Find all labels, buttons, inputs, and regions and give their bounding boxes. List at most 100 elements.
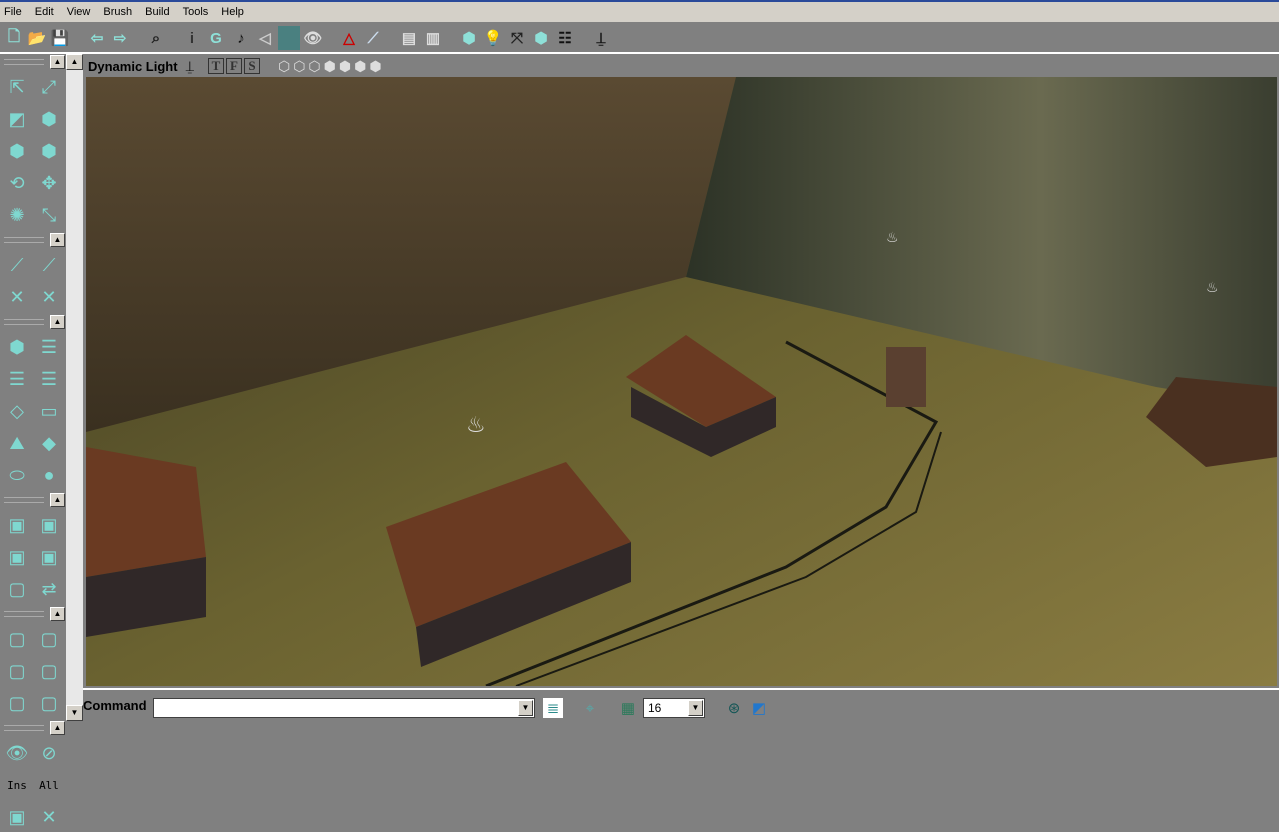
group-browser-icon[interactable]: G bbox=[205, 26, 227, 50]
actor-properties-icon[interactable]: i bbox=[181, 26, 203, 50]
brush-clip-icon[interactable]: ⬢ bbox=[2, 136, 32, 166]
menu-edit[interactable]: Edit bbox=[35, 6, 54, 18]
toolbar-group-separator[interactable]: ▲ bbox=[2, 232, 66, 248]
toolbar-group-separator[interactable]: ▲ bbox=[2, 606, 66, 622]
select-inside-icon[interactable]: Ins bbox=[2, 770, 32, 800]
toolbar-group-separator[interactable]: ▲ bbox=[2, 492, 66, 508]
2d-shape-editor-icon[interactable]: △ bbox=[338, 26, 360, 50]
scroll-up-button[interactable]: ▲ bbox=[66, 54, 83, 70]
build-paths-icon[interactable]: ⤧ bbox=[506, 26, 528, 50]
log-icon[interactable]: ≣ bbox=[543, 698, 563, 718]
menu-tools[interactable]: Tools bbox=[183, 6, 209, 18]
subtract-icon[interactable]: ▭ bbox=[34, 396, 64, 426]
save-icon[interactable]: 💾 bbox=[49, 26, 71, 50]
command-dropdown-button[interactable]: ▼ bbox=[518, 700, 533, 716]
volume-icon[interactable]: ▢ bbox=[2, 574, 32, 604]
select-all-icon[interactable]: All bbox=[34, 770, 64, 800]
intersect-icon[interactable]: ⛰ bbox=[2, 428, 32, 458]
grid-size-select[interactable]: 16 ▼ bbox=[643, 698, 705, 718]
hide-actors-icon[interactable]: ✕ bbox=[34, 802, 64, 832]
texture-pan-icon[interactable]: ◩ bbox=[2, 104, 32, 134]
transform-icon[interactable]: ✥ bbox=[34, 168, 64, 198]
menu-view[interactable]: View bbox=[67, 6, 91, 18]
menu-brush[interactable]: Brush bbox=[103, 6, 132, 18]
new-icon[interactable]: 🗋 bbox=[3, 26, 25, 50]
special-brush-icon[interactable]: ● bbox=[34, 460, 64, 490]
hide-selected-icon[interactable]: ⊘ bbox=[34, 738, 64, 768]
sound-browser-icon[interactable]: ◁ bbox=[254, 26, 276, 50]
sheet-icon[interactable]: ✕ bbox=[34, 282, 64, 312]
scroll-down-button[interactable]: ▼ bbox=[66, 705, 83, 721]
mover-icon[interactable]: ⬭ bbox=[2, 460, 32, 490]
maximize-viewport-icon[interactable]: ◩ bbox=[749, 698, 769, 718]
select-all-icon[interactable]: ▣ bbox=[34, 542, 64, 572]
build-options-icon[interactable]: ☷ bbox=[554, 26, 576, 50]
cone-icon[interactable]: ⬢ bbox=[2, 332, 32, 362]
menu-help[interactable]: Help bbox=[221, 6, 244, 18]
show-selected-icon[interactable]: 👁 bbox=[2, 738, 32, 768]
mesh-viewer-icon[interactable]: 👁 bbox=[302, 26, 324, 50]
collapse-button[interactable]: ▲ bbox=[50, 55, 65, 69]
texture-browser-icon[interactable] bbox=[278, 26, 300, 50]
grid-icon[interactable]: ▦ bbox=[618, 698, 638, 718]
tetrahedron-icon[interactable]: ☰ bbox=[2, 364, 32, 394]
viewport-flag-f[interactable]: F bbox=[225, 58, 242, 74]
deintersect-icon[interactable]: ◆ bbox=[34, 428, 64, 458]
undefined-icon[interactable]: ▢ bbox=[34, 656, 64, 686]
scale-icon[interactable]: ⤢ bbox=[34, 72, 64, 102]
collapse-button[interactable]: ▲ bbox=[50, 493, 65, 507]
undefined-icon[interactable]: ▢ bbox=[2, 688, 32, 718]
texture-rotate-icon[interactable]: ⬢ bbox=[34, 104, 64, 134]
play-level-icon[interactable]: ⍊ bbox=[590, 26, 612, 50]
left-scrollbar[interactable]: ▲ ▼ bbox=[66, 54, 83, 721]
toolbar-group-separator[interactable]: ▲ bbox=[2, 314, 66, 330]
undefined-icon[interactable]: ▢ bbox=[34, 688, 64, 718]
toolbar-group-separator[interactable]: ▲ bbox=[2, 54, 66, 70]
collapse-button[interactable]: ▲ bbox=[50, 233, 65, 247]
build-all-icon[interactable]: ⬢ bbox=[530, 26, 552, 50]
3d-viewport[interactable]: ♨ ♨ ♨ bbox=[86, 77, 1277, 686]
surface-properties-icon[interactable]: ▥ bbox=[422, 26, 444, 50]
command-input[interactable]: ▼ bbox=[153, 698, 535, 718]
vertex-edit-icon[interactable]: ⬢ bbox=[34, 136, 64, 166]
volume-icon[interactable]: ▣ bbox=[2, 802, 32, 832]
add-icon[interactable]: ◇ bbox=[2, 396, 32, 426]
open-icon[interactable]: 📂 bbox=[26, 26, 48, 50]
build-geometry-icon[interactable]: ⬢ bbox=[458, 26, 480, 50]
toolbar-group-separator[interactable]: ▲ bbox=[2, 720, 66, 736]
viewport-title[interactable]: Dynamic Light bbox=[88, 59, 178, 74]
hide-actors-icon[interactable]: ⇄ bbox=[34, 574, 64, 604]
menu-build[interactable]: Build bbox=[145, 6, 169, 18]
redo-icon[interactable]: ⇨ bbox=[109, 26, 131, 50]
collapse-button[interactable]: ▲ bbox=[50, 315, 65, 329]
menu-file[interactable]: File bbox=[4, 6, 22, 18]
grid-dropdown-button[interactable]: ▼ bbox=[688, 700, 703, 716]
undo-icon[interactable]: ⇦ bbox=[86, 26, 108, 50]
stairs-icon[interactable]: ⟋ bbox=[2, 250, 32, 280]
find-icon[interactable]: ⌕ bbox=[145, 26, 167, 50]
spiral-stairs-icon[interactable]: ✕ bbox=[2, 282, 32, 312]
viewport-flag-t[interactable]: T bbox=[207, 58, 224, 74]
brush-clip-icon[interactable]: ⟋ bbox=[362, 26, 384, 50]
undefined-icon[interactable]: ▢ bbox=[34, 624, 64, 654]
viewport-flag-s[interactable]: S bbox=[243, 58, 260, 74]
undefined-icon[interactable]: ▢ bbox=[2, 656, 32, 686]
select-inside-icon[interactable]: ▣ bbox=[2, 542, 32, 572]
cylinder-icon[interactable]: ☰ bbox=[34, 332, 64, 362]
cube-icon[interactable]: ⤡ bbox=[34, 200, 64, 230]
rotate-icon[interactable]: ⟲ bbox=[2, 168, 32, 198]
show-selected-icon[interactable]: ▣ bbox=[2, 510, 32, 540]
build-lighting-icon[interactable]: 💡 bbox=[482, 26, 504, 50]
hide-selected-icon[interactable]: ▣ bbox=[34, 510, 64, 540]
rotation-grid-icon[interactable]: ⊛ bbox=[724, 698, 744, 718]
collapse-button[interactable]: ▲ bbox=[50, 607, 65, 621]
undefined-icon[interactable]: ▢ bbox=[2, 624, 32, 654]
view-mode-icons[interactable]: ⬡⬡⬡⬢⬢⬢⬢ bbox=[278, 58, 385, 75]
curved-stairs-icon[interactable]: ⟋ bbox=[34, 250, 64, 280]
joystick-icon[interactable]: ⍊ bbox=[186, 58, 194, 75]
snap-vertex-icon[interactable]: ⌖ bbox=[580, 698, 600, 718]
collapse-button[interactable]: ▲ bbox=[50, 721, 65, 735]
sphere-icon[interactable]: ☰ bbox=[34, 364, 64, 394]
camera-move-icon[interactable]: ⇱ bbox=[2, 72, 32, 102]
terrain-icon[interactable]: ✺ bbox=[2, 200, 32, 230]
